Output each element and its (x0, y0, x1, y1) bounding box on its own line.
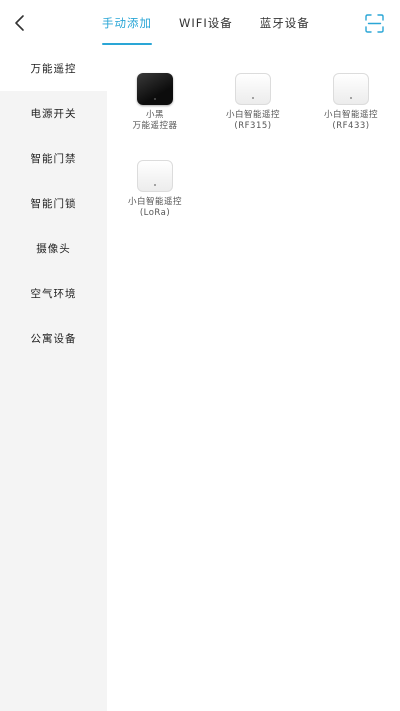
sidebar-item-camera[interactable]: 摄像头 (0, 226, 107, 271)
tab-bluetooth-devices[interactable]: 蓝牙设备 (260, 0, 310, 46)
sidebar-item-universal-remote[interactable]: 万能遥控 (0, 46, 107, 91)
device-name: 小白智能遥控 (RF433) (323, 110, 378, 131)
device-card-xiaobai-rf433[interactable]: 小白智能遥控 (RF433) (303, 73, 399, 132)
chevron-left-icon[interactable] (10, 12, 32, 34)
sidebar-item-smart-access-control[interactable]: 智能门禁 (0, 136, 107, 181)
sidebar-item-smart-door-lock[interactable]: 智能门锁 (0, 181, 107, 226)
tab-bar: 手动添加 WIFI设备 蓝牙设备 (102, 0, 337, 46)
category-sidebar: 万能遥控 电源开关 智能门禁 智能门锁 摄像头 空气环境 公寓设备 (0, 46, 107, 711)
tab-wifi-devices[interactable]: WIFI设备 (179, 0, 233, 46)
sidebar-item-air-environment[interactable]: 空气环境 (0, 271, 107, 316)
device-card-xiaobai-rf315[interactable]: 小白智能遥控 (RF315) (205, 73, 301, 132)
device-name: 小黑 万能遥控器 (132, 110, 178, 131)
device-card-xiaobai-lora[interactable]: 小白智能遥控 (LoRa) (107, 160, 203, 219)
device-image (137, 73, 173, 105)
device-card-xiaohei-remote[interactable]: 小黑 万能遥控器 (107, 73, 203, 132)
tab-manual-add[interactable]: 手动添加 (102, 0, 152, 46)
top-bar: 手动添加 WIFI设备 蓝牙设备 (0, 0, 400, 46)
device-name: 小白智能遥控 (RF315) (225, 110, 280, 131)
device-grid: 小黑 万能遥控器 小白智能遥控 (RF315) 小白智能遥控 (RF433) 小… (107, 46, 400, 711)
device-image (137, 160, 173, 192)
device-image (333, 73, 369, 105)
sidebar-item-power-switch[interactable]: 电源开关 (0, 91, 107, 136)
device-name: 小白智能遥控 (LoRa) (127, 197, 182, 218)
scan-icon[interactable] (365, 14, 384, 33)
sidebar-item-apartment-devices[interactable]: 公寓设备 (0, 316, 107, 361)
device-image (235, 73, 271, 105)
